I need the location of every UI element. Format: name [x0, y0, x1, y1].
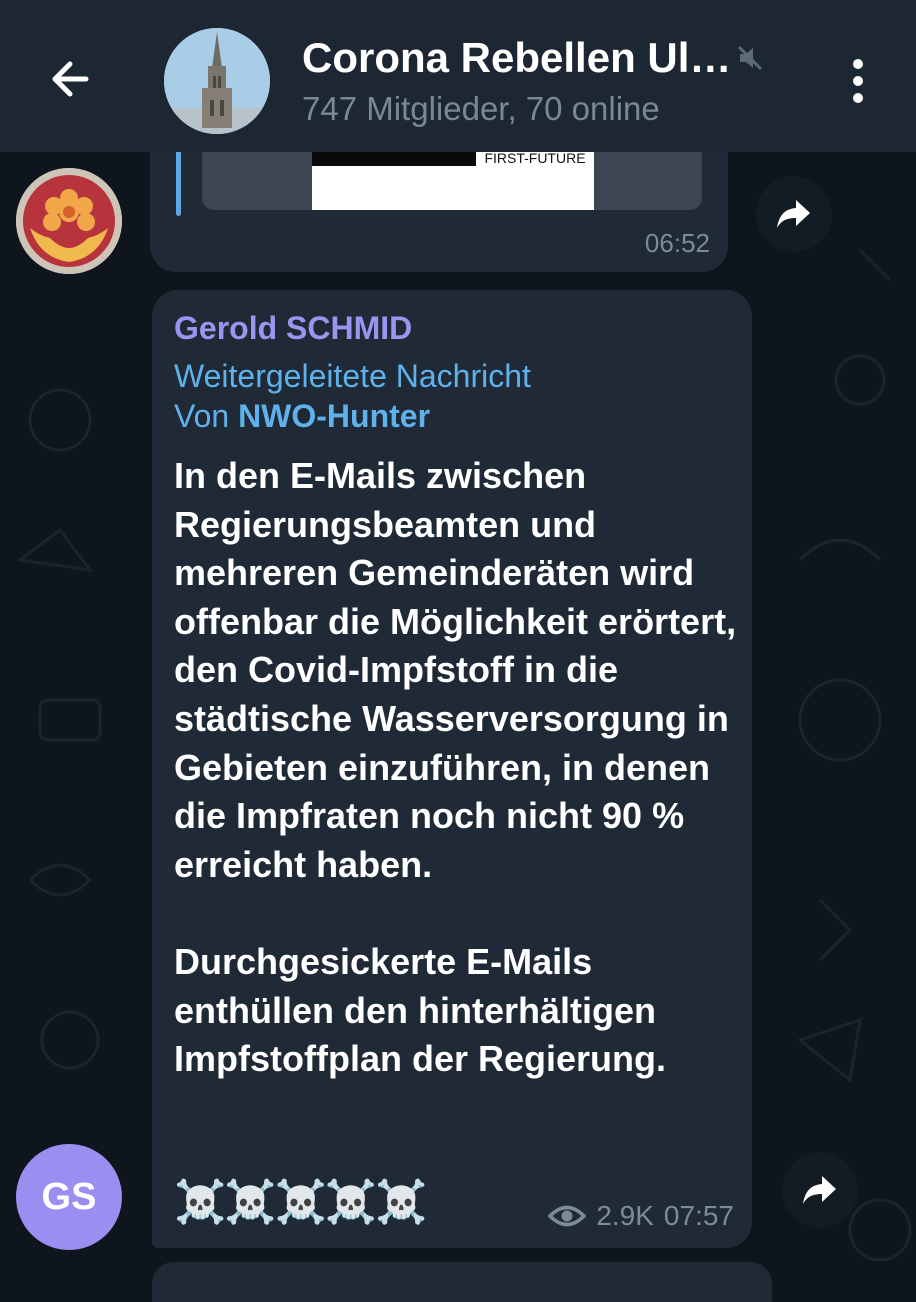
- link-preview-bar: [176, 148, 181, 216]
- message-time: 07:57: [663, 1200, 734, 1231]
- arrow-left-icon: [52, 61, 89, 97]
- view-count: 2.9K: [596, 1200, 654, 1231]
- eye-icon: [548, 1205, 587, 1227]
- sender-name[interactable]: Gerold SCHMID: [174, 310, 412, 347]
- share-button-previous[interactable]: [756, 176, 832, 252]
- message-bubble[interactable]: Gerold SCHMID Weitergeleitete Nachricht …: [152, 290, 752, 1248]
- flower-hands-image: [16, 168, 122, 274]
- message-bubble-next[interactable]: [152, 1262, 772, 1302]
- forwarded-label: Weitergeleitete Nachricht: [174, 358, 531, 394]
- channel-avatar[interactable]: [164, 28, 270, 134]
- message-text: In den E-Mails zwischen Regierungsbeamte…: [174, 455, 737, 1080]
- message-time: 06:52: [644, 228, 710, 258]
- forwarded-prefix: Von: [174, 398, 230, 434]
- forwarded-source[interactable]: NWO-Hunter: [238, 398, 430, 434]
- back-button[interactable]: [42, 50, 100, 108]
- message-bubble-previous[interactable]: FIRST-FUTURE 06:52: [150, 140, 728, 272]
- speaker-muted-icon: [737, 45, 763, 71]
- user-avatar-gs[interactable]: GS: [16, 1144, 122, 1250]
- user-avatar-flower[interactable]: [16, 168, 122, 274]
- skull-emojis: ☠️☠️☠️☠️☠️: [174, 1178, 427, 1225]
- forwarded-from[interactable]: Von NWO-Hunter: [174, 396, 430, 436]
- cathedral-image: [164, 28, 270, 134]
- share-arrow-icon: [777, 200, 810, 228]
- member-count: 747 Mitglieder, 70 online: [302, 90, 660, 127]
- chat-header: Corona Rebellen Ul… 747 Mitglieder, 70 o…: [0, 0, 916, 152]
- kebab-menu-icon[interactable]: [840, 56, 876, 106]
- message-meta: 2.9K 07:57: [548, 1200, 734, 1232]
- channel-title[interactable]: Corona Rebellen Ul…: [302, 34, 732, 82]
- preview-image-label: FIRST-FUTURE: [476, 150, 594, 166]
- share-arrow-icon: [803, 1176, 836, 1204]
- share-button[interactable]: [782, 1152, 858, 1228]
